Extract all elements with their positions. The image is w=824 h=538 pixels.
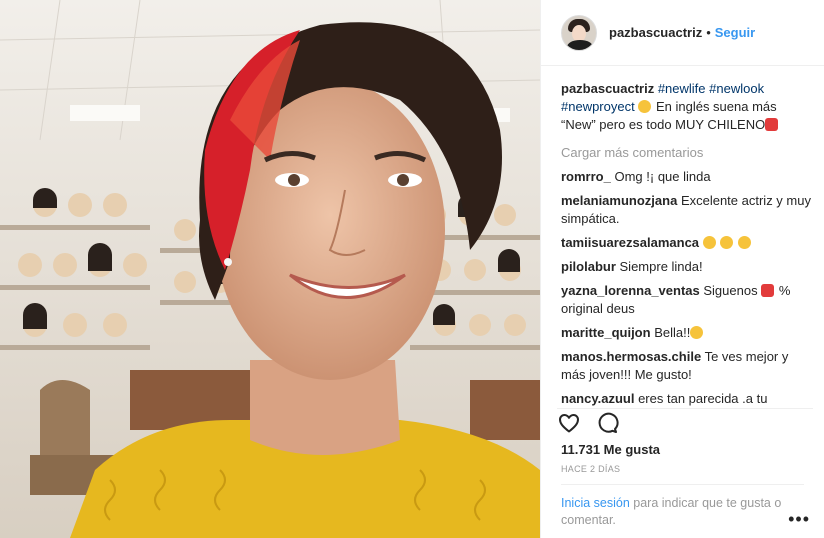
comment-item: melaniamunozjana Excelente actriz y muy … <box>561 192 812 228</box>
likes-count[interactable]: 11.731 Me gusta <box>561 442 660 457</box>
heart-icon[interactable] <box>557 411 581 435</box>
comment-username[interactable]: yazna_lorenna_ventas <box>561 283 700 298</box>
comment-username[interactable]: romrro_ <box>561 169 611 184</box>
comment-item: manos.hermosas.chile Te ves mejor y más … <box>561 348 812 384</box>
wow-emoji-icon <box>737 236 751 249</box>
comment-item: pilolabur Siempre linda! <box>561 258 812 276</box>
load-more-comments-link[interactable]: Cargar más comentarios <box>561 144 812 162</box>
header-username[interactable]: pazbascuactriz <box>609 25 702 40</box>
comment-username[interactable]: melaniamunozjana <box>561 193 677 208</box>
post-photo[interactable] <box>0 0 540 538</box>
action-bar <box>557 408 813 435</box>
comment-item: nancy.azuul eres tan parecida .a tu abue… <box>561 390 812 410</box>
caption-username[interactable]: pazbascuactriz <box>561 81 654 96</box>
comment-username[interactable]: manos.hermosas.chile <box>561 349 701 364</box>
comment-item: yazna_lorenna_ventas Siguenos % original… <box>561 282 812 318</box>
comment-username[interactable]: tamiisuarezsalamanca <box>561 235 699 250</box>
comment-item: maritte_quijon Bella!! <box>561 324 812 342</box>
comment-username[interactable]: nancy.azuul <box>561 391 634 406</box>
follow-button[interactable]: Seguir <box>715 25 755 40</box>
photo-illustration <box>0 0 540 538</box>
comment-text: Siempre linda! <box>619 259 703 274</box>
wow-emoji-icon <box>720 236 734 249</box>
comment-text: Siguenos <box>703 283 758 298</box>
comment-username[interactable]: maritte_quijon <box>561 325 651 340</box>
comment-item: romrro_ Omg !¡ que linda <box>561 168 812 186</box>
post-sidebar: pazbascuactriz • Seguir pazbascuactriz #… <box>540 0 824 538</box>
comment-item: tamiisuarezsalamanca <box>561 234 812 252</box>
caption: pazbascuactriz #newlife #newlook #newpro… <box>561 80 812 134</box>
more-options-icon[interactable]: ••• <box>788 509 810 530</box>
comment-username[interactable]: pilolabur <box>561 259 616 274</box>
login-prompt: Inicia sesión para indicar que te gusta … <box>561 484 804 529</box>
login-link[interactable]: Inicia sesión <box>561 496 630 510</box>
avatar[interactable] <box>561 14 597 51</box>
post-timestamp: HACE 2 DÍAS <box>561 464 621 474</box>
instagram-post: pazbascuactriz • Seguir pazbascuactriz #… <box>0 0 824 538</box>
wow-emoji-icon <box>702 236 716 249</box>
kiss-emoji-icon <box>690 326 704 339</box>
comment-text: Omg !¡ que linda <box>614 169 711 184</box>
comment-icon[interactable] <box>595 411 619 435</box>
smile-emoji-icon <box>638 100 652 113</box>
heart-emoji-icon <box>765 118 779 131</box>
hashtag-link[interactable]: #newlife <box>658 81 706 96</box>
separator-dot: • <box>706 25 711 40</box>
hashtag-link[interactable]: #newproyect <box>561 99 635 114</box>
comments-list: pazbascuactriz #newlife #newlook #newpro… <box>561 80 812 410</box>
lips-emoji-icon <box>761 284 775 297</box>
post-header: pazbascuactriz • Seguir <box>541 0 824 66</box>
hashtag-link[interactable]: #newlook <box>709 81 764 96</box>
comment-text: Bella!! <box>654 325 691 340</box>
